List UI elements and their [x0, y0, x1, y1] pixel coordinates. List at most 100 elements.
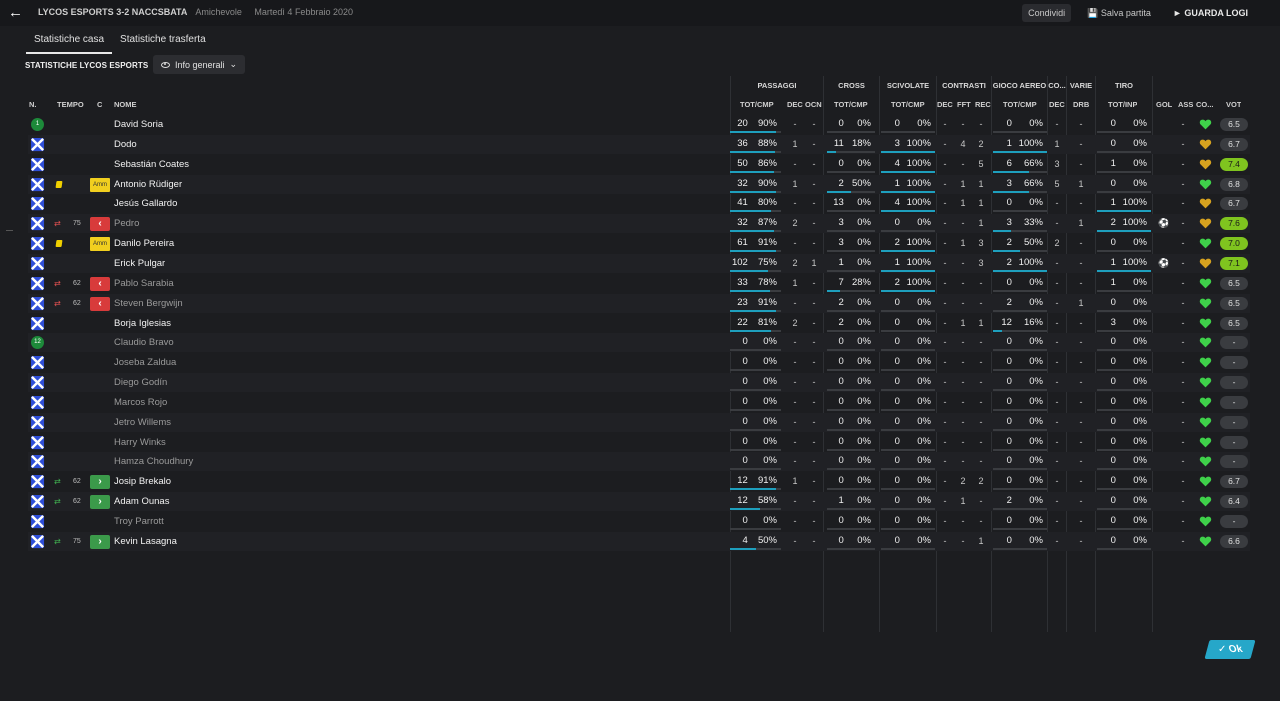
player-name[interactable]: Joseba Zaldua	[114, 353, 414, 372]
col-co[interactable]: CO...	[1196, 99, 1218, 111]
col-pass-dec[interactable]: DEC	[787, 99, 803, 111]
player-name[interactable]: Dodo	[114, 135, 414, 154]
player-name[interactable]: Claudio Bravo	[114, 333, 414, 352]
rating-badge: 7.6	[1220, 217, 1248, 231]
pass-ocn: -	[812, 138, 816, 149]
player-name[interactable]: Diego Godín	[114, 373, 414, 392]
stat-bar	[730, 150, 775, 153]
watch-log-button[interactable]: ► GUARDA LOGI	[1167, 4, 1254, 22]
table-row[interactable]: Erick Pulgar 102 75% 2 1 1 0% 1 100% - -3 2 100% - -1 1…	[28, 253, 1250, 273]
player-name[interactable]: Adam Ounas	[114, 492, 414, 511]
stat-total: 11	[833, 137, 844, 149]
player-name[interactable]: Pedro	[114, 214, 414, 233]
pass-dec: 1	[792, 476, 798, 487]
match-header: LYCOS ESPORTS 3-2 NACCSBATA Amichevole M…	[38, 7, 363, 21]
condition-heart-icon	[1199, 396, 1212, 409]
shot-stat: 1 0%	[1097, 156, 1151, 173]
col-aereo-totcmp[interactable]: TOT/CMP	[1003, 99, 1037, 111]
back-arrow-icon[interactable]: ←	[8, 4, 26, 22]
player-name[interactable]: Borja Iglesias	[114, 314, 414, 333]
col-cross-totcmp[interactable]: TOT/CMP	[834, 99, 868, 111]
table-row[interactable]: Diego Godín 0 0% - - 0 0% 0 0% - - - 0 0% - - 0 0% - -	[28, 373, 1250, 393]
condition-heart-icon	[1199, 257, 1212, 270]
col-ass[interactable]: ASS	[1178, 99, 1193, 111]
match-type: Amichevole	[195, 7, 242, 17]
col-n[interactable]: N.	[29, 99, 37, 111]
table-row[interactable]: Hamza Choudhury 0 0% - - 0 0% 0 0% - - - 0 0% - - 0 0% - -	[28, 452, 1250, 472]
view-dropdown[interactable]: Info generali ⌄	[153, 55, 246, 74]
player-name[interactable]: Jetro Willems	[114, 413, 414, 432]
col-nome[interactable]: NOME	[114, 99, 137, 111]
stat-track	[827, 448, 875, 451]
table-row[interactable]: Jesús Gallardo 41 80% - -13 0% 4 100% -1 1 0 0% - -1 1…	[28, 194, 1250, 213]
table-row[interactable]: ⇄ 62 ‹ Steven Bergwijn 23 91% - - 2 0% 0 0% - - - 2 0% - 1…	[28, 293, 1250, 313]
dribbles: -	[1079, 377, 1083, 388]
table-row[interactable]: Dodo 36 88% 1 - 11 18% 3 100% - 4 2 1 100% 1 - 0 0% - 6.7	[28, 134, 1250, 154]
tackle-stat: 0 0%	[881, 453, 935, 471]
col-c[interactable]: C	[97, 99, 102, 111]
col-contr-dec[interactable]: DEC	[937, 99, 953, 111]
stat-bar	[993, 329, 1002, 332]
contr-fft: -	[961, 357, 965, 368]
player-name[interactable]: Pablo Sarabia	[114, 274, 414, 293]
tab-away-stats[interactable]: Statistiche trasferta	[112, 30, 214, 54]
col-gol[interactable]: GOL	[1156, 99, 1172, 111]
player-name[interactable]: Erick Pulgar	[114, 254, 414, 273]
table-row[interactable]: Troy Parrott 0 0% - - 0 0% 0 0% - - - 0 0% - - 0 0% - -	[28, 512, 1250, 531]
table-row[interactable]: Amm Danilo Pereira 61 91% - -3 0% 2 100% -1 3 2 50% 2…	[28, 234, 1250, 253]
table-row[interactable]: ⇄ 62 › Adam Ounas 12 58% - - 1 0% 0 0% - 1 - 2 0% - - 0 0% - 6…	[28, 492, 1250, 512]
save-match-button[interactable]: 💾 Salva partita	[1081, 4, 1157, 22]
col-vot[interactable]: VOT	[1226, 99, 1241, 111]
table-row[interactable]: Harry Winks 0 0% - - 0 0% 0 0% - - - 0 0% - - 0 0% - -	[28, 433, 1250, 452]
group-cross: CROSS	[838, 81, 865, 90]
stat-total: 0	[1006, 356, 1012, 368]
table-row[interactable]: Joseba Zaldua 0 0% - - 0 0% 0 0% - - - 0 0% - - 0 0% - -	[28, 353, 1250, 372]
col-co-dec[interactable]: DEC	[1049, 99, 1065, 111]
col-varie-drb[interactable]: DRB	[1073, 99, 1089, 111]
stat-track	[1097, 131, 1151, 133]
col-pass-ocn[interactable]: OCN	[805, 99, 822, 111]
player-name[interactable]: Harry Winks	[114, 433, 414, 452]
booked-badge: Amm	[90, 177, 110, 192]
table-row[interactable]: Marcos Rojo 0 0% - - 0 0% 0 0% - - - 0 0% - - 0 0% - -	[28, 393, 1250, 412]
table-row[interactable]: ⇄ 62 › Josip Brekalo 12 91% 1-0 0% 0 0% -2 2 0 0% - -0 0…	[28, 472, 1250, 491]
player-name[interactable]: Danilo Pereira	[114, 234, 414, 253]
table-row[interactable]: ⇄ 75 ‹ Pedro 32 87% 2-3 0% 0 0% - -1 3 33% -1 2 100% ⚽ -7.…	[28, 214, 1250, 234]
contr-rec: -	[979, 416, 983, 427]
stat-track	[1097, 190, 1151, 193]
stat-percent: 0%	[1133, 296, 1147, 308]
contr-dec: -	[943, 496, 947, 507]
share-button[interactable]: Condividi	[1022, 4, 1072, 22]
col-tiro-totinp[interactable]: TOT/INP	[1108, 99, 1137, 111]
subbed-on-icon: ›	[90, 495, 110, 510]
table-row[interactable]: 12 Claudio Bravo 0 0% - - 0 0% 0 0% - - - 0 0% - - 0 0% - -	[28, 333, 1250, 353]
table-row[interactable]: Jetro Willems 0 0% - - 0 0% 0 0% - - - 0 0% - - 0 0% - -	[28, 412, 1250, 432]
tab-home-stats[interactable]: Statistiche casa	[26, 30, 113, 54]
table-row[interactable]: ⇄ 75 › Kevin Lasagna 4 50% - - 0 0% 0 0% - - 1 0 0% - - 0 0%…	[28, 531, 1250, 551]
player-name[interactable]: Josip Brekalo	[114, 472, 414, 491]
player-name[interactable]: Steven Bergwijn	[114, 294, 414, 313]
table-row[interactable]: Amm Antonio Rüdiger 32 90% 1-2 50% 1 100% -1 1 3 66…	[28, 174, 1250, 194]
col-contr-rec[interactable]: REC	[975, 99, 991, 111]
subbed-on-icon: ›	[90, 534, 110, 549]
col-contr-fft[interactable]: FFT	[957, 99, 971, 111]
player-name[interactable]: Hamza Choudhury	[114, 452, 414, 471]
player-name[interactable]: Kevin Lasagna	[114, 532, 414, 551]
ok-button[interactable]: ✓ Ok	[1204, 640, 1256, 659]
player-name[interactable]: Antonio Rüdiger	[114, 175, 414, 194]
table-row[interactable]: Borja Iglesias 22 81% 2 - 2 0% 0 0% - 1 1 12 16% - - 3 0%…	[28, 314, 1250, 333]
player-name[interactable]: David Soria	[114, 115, 414, 134]
col-sciv-totcmp[interactable]: TOT/CMP	[891, 99, 925, 111]
col-tempo[interactable]: TEMPO	[57, 99, 84, 111]
col-pass-totcmp[interactable]: TOT/CMP	[740, 99, 774, 111]
cross-stat: 13 0%	[827, 195, 875, 213]
table-row[interactable]: 1 David Soria 20 90% - - 0 0% 0 0% - - - 0 0% - - 0 0% - 6.5	[28, 115, 1250, 134]
player-name[interactable]: Jesús Gallardo	[114, 194, 414, 213]
player-name[interactable]: Sebastián Coates	[114, 155, 414, 174]
table-row[interactable]: Sebastián Coates 50 86% - - 0 0% 4 100% - - 5 6 66% 3 -…	[28, 155, 1250, 174]
player-name[interactable]: Troy Parrott	[114, 512, 414, 531]
player-name[interactable]: Marcos Rojo	[114, 393, 414, 412]
pass-dec: -	[793, 158, 797, 169]
condition-heart-icon	[1199, 317, 1212, 330]
table-row[interactable]: ⇄ 62 ‹ Pablo Sarabia 33 78% 1 - 7 28% 2 100% - - - 0 0% -…	[28, 274, 1250, 293]
